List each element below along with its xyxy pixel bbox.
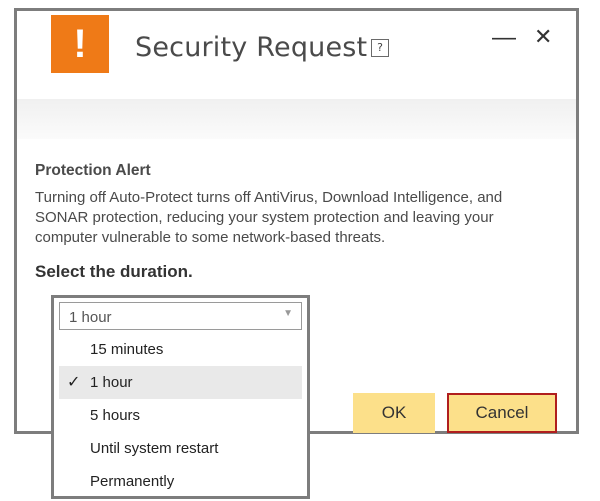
dialog-header: ! Security Request ? — ✕: [17, 11, 576, 99]
chevron-down-icon: ▼: [283, 308, 293, 319]
duration-option-permanently[interactable]: Permanently: [59, 465, 302, 498]
duration-option-5-hours[interactable]: 5 hours: [59, 399, 302, 432]
dialog-title: Security Request: [135, 32, 368, 63]
cancel-button[interactable]: Cancel: [447, 393, 557, 433]
alert-title: Protection Alert: [35, 162, 151, 179]
duration-option-label: Permanently: [90, 473, 175, 490]
duration-label: Select the duration.: [35, 262, 193, 281]
ok-button[interactable]: OK: [353, 393, 435, 433]
duration-select[interactable]: 1 hour ▼: [59, 302, 302, 330]
minimize-button[interactable]: —: [492, 26, 516, 50]
duration-option-15-minutes[interactable]: 15 minutes: [59, 333, 302, 366]
duration-dropdown: 1 hour ▼ 15 minutes ✓ 1 hour 5 hours Unt…: [51, 295, 310, 499]
duration-option-until-restart[interactable]: Until system restart: [59, 432, 302, 465]
duration-option-label: 1 hour: [90, 374, 133, 391]
checkmark-icon: ✓: [67, 374, 81, 391]
close-button[interactable]: ✕: [534, 25, 552, 49]
header-band: [17, 99, 576, 139]
duration-option-label: Until system restart: [90, 440, 219, 457]
help-icon[interactable]: ?: [371, 39, 389, 57]
duration-option-label: 5 hours: [90, 407, 141, 424]
duration-option-1-hour[interactable]: ✓ 1 hour: [59, 366, 302, 399]
duration-select-value: 1 hour: [69, 309, 112, 326]
alert-badge-icon: !: [51, 15, 109, 73]
duration-options-list: 15 minutes ✓ 1 hour 5 hours Until system…: [59, 333, 302, 498]
alert-body: Turning off Auto-Protect turns off AntiV…: [35, 189, 503, 246]
duration-option-label: 15 minutes: [90, 341, 164, 358]
